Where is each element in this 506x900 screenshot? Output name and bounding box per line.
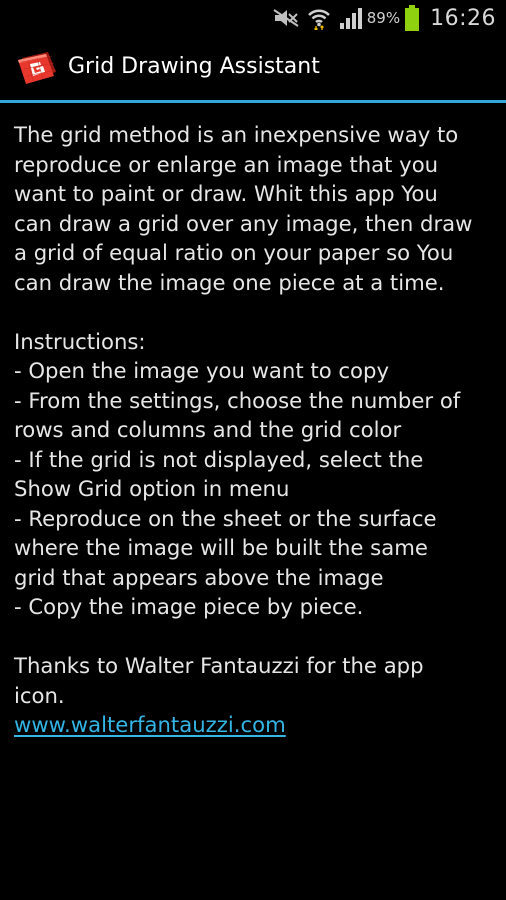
app-title: Grid Drawing Assistant xyxy=(68,54,320,79)
battery-icon xyxy=(404,5,420,31)
about-content: The grid method is an inexpensive way to… xyxy=(14,120,496,740)
intro-line: can draw a grid over any image, then dra… xyxy=(14,210,473,236)
intro-line: The grid method is an inexpensive way to xyxy=(14,122,459,147)
intro-paragraph: The grid method is an inexpensive way to… xyxy=(14,120,496,297)
status-icons: 89% 16:26 xyxy=(273,0,496,36)
status-clock: 16:26 xyxy=(430,5,496,31)
instruction-line: Show Grid option in menu xyxy=(14,476,290,501)
intro-line: can draw the image one piece at a time. xyxy=(14,269,445,295)
website-link[interactable]: www.walterfantauzzi.com xyxy=(14,710,286,740)
thanks-paragraph: Thanks to Walter Fantauzzi for the app i… xyxy=(14,651,496,740)
intro-line: reproduce or enlarge an image that you xyxy=(14,151,439,177)
instructions-heading: Instructions: xyxy=(14,328,146,354)
instructions-paragraph: Instructions: - Open the image you want … xyxy=(14,327,496,622)
intro-line: want to paint or draw. Whit this app You xyxy=(14,181,438,206)
thanks-line: icon. xyxy=(14,682,65,708)
instruction-line: grid that appears above the image xyxy=(14,564,384,590)
instruction-line: - From the settings, choose the number o… xyxy=(14,387,461,413)
thanks-line: Thanks to Walter Fantauzzi for the app xyxy=(14,653,424,678)
instruction-line: - If the grid is not displayed, select t… xyxy=(14,446,424,472)
mute-vibrate-icon xyxy=(273,8,299,28)
instruction-line: - Reproduce on the sheet or the surface xyxy=(14,505,437,531)
action-bar: Grid Drawing Assistant xyxy=(0,36,506,100)
battery-percent: 89% xyxy=(366,9,401,27)
instruction-line: - Open the image you want to copy xyxy=(14,358,389,383)
wifi-icon xyxy=(307,6,331,30)
grid-app-icon[interactable] xyxy=(16,50,60,88)
cell-signal-icon xyxy=(339,7,363,29)
instruction-line: - Copy the image piece by piece. xyxy=(14,594,364,619)
status-bar: 89% 16:26 xyxy=(0,0,506,36)
intro-line: a grid of equal ratio on your paper so Y… xyxy=(14,240,454,265)
instruction-line: where the image will be built the same xyxy=(14,535,428,560)
instruction-line: rows and columns and the grid color xyxy=(14,417,402,442)
title-divider xyxy=(0,100,506,103)
